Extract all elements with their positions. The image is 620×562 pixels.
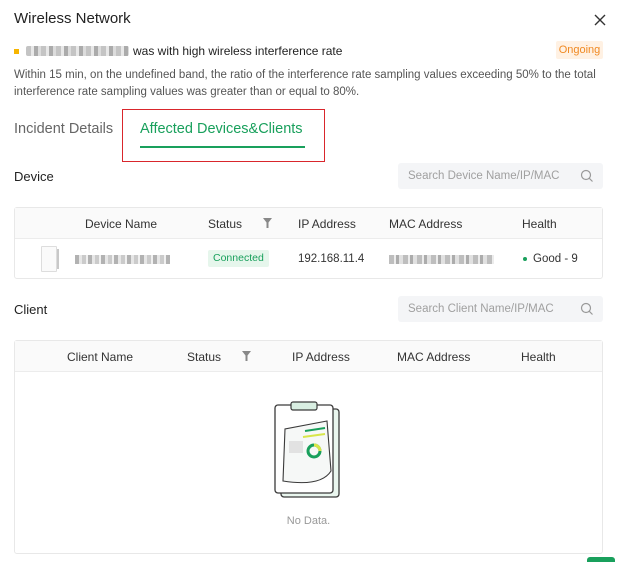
col-client-name: Client Name	[67, 350, 134, 364]
incident-description: Within 15 min, on the undefined band, th…	[14, 69, 596, 98]
empty-clipboard-icon	[274, 401, 340, 498]
client-section-title: Client	[14, 302, 48, 317]
col-device-name: Device Name	[85, 217, 158, 231]
col-mac-address: MAC Address	[389, 217, 463, 231]
col-health: Health	[522, 217, 557, 231]
health-dot-icon	[523, 257, 527, 261]
incident-summary: was with high wireless interference rate	[14, 43, 604, 59]
dialog-title: Wireless Network	[14, 10, 131, 27]
col-health: Health	[521, 350, 556, 364]
status-badge: Ongoing	[556, 41, 603, 59]
tab-incident-details[interactable]: Incident Details	[14, 121, 113, 137]
col-status: Status	[208, 217, 243, 231]
device-search-input[interactable]	[408, 170, 578, 182]
device-table: Device Name Status IP Address MAC Addres…	[14, 207, 603, 279]
tab-affected-devices-clients[interactable]: Affected Devices&Clients	[140, 121, 303, 137]
redacted-site-name	[26, 46, 129, 56]
device-search[interactable]	[398, 163, 603, 189]
col-status: Status	[187, 350, 222, 364]
client-table-header: Client Name Status IP Address MAC Addres…	[15, 341, 602, 372]
warning-square-icon	[14, 48, 19, 54]
active-tab-indicator	[140, 146, 305, 148]
floating-action-button[interactable]	[587, 557, 615, 562]
device-table-header: Device Name Status IP Address MAC Addres…	[15, 208, 602, 239]
status-badge: Connected	[208, 250, 269, 267]
filter-icon[interactable]	[263, 218, 272, 228]
incident-text: was with high wireless interference rate	[133, 44, 343, 58]
col-mac-address: MAC Address	[397, 350, 471, 364]
redacted-device-name	[75, 255, 170, 264]
empty-state-text: No Data.	[286, 515, 331, 527]
device-section-title: Device	[14, 169, 54, 184]
client-search-input[interactable]	[408, 303, 578, 315]
redacted-mac-address	[389, 255, 494, 264]
device-health: Good - 9	[533, 253, 578, 265]
col-ip-address: IP Address	[292, 350, 350, 364]
col-ip-address: IP Address	[298, 217, 356, 231]
device-image-icon	[41, 246, 59, 272]
filter-icon[interactable]	[242, 351, 251, 361]
close-icon[interactable]	[592, 12, 608, 28]
device-ip: 192.168.11.4	[298, 253, 365, 265]
search-icon[interactable]	[580, 169, 594, 183]
client-search[interactable]	[398, 296, 603, 322]
client-table: Client Name Status IP Address MAC Addres…	[14, 340, 603, 554]
search-icon[interactable]	[580, 302, 594, 316]
